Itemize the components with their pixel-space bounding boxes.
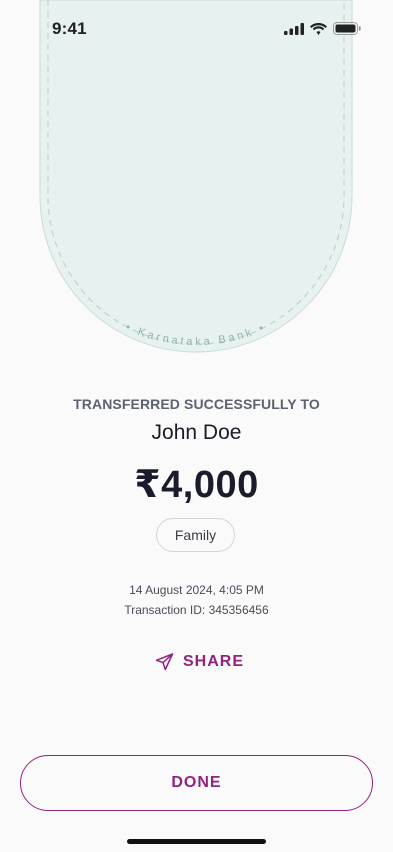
transfer-status-label: TRANSFERRED SUCCESSFULLY TO [73, 396, 320, 412]
home-indicator [127, 839, 266, 844]
category-tag: Family [156, 518, 235, 552]
status-icons [284, 22, 361, 35]
transfer-amount: ₹4,000 [134, 464, 259, 506]
status-bar: 9:41 [0, 0, 393, 58]
send-icon [155, 653, 174, 671]
status-time: 9:41 [52, 19, 87, 38]
cellular-signal-icon [284, 22, 304, 35]
battery-icon [333, 22, 361, 35]
wifi-icon [310, 22, 327, 35]
share-label: SHARE [183, 653, 245, 670]
share-button[interactable]: SHARE [155, 651, 244, 673]
transaction-id: Transaction ID: 345356456 [124, 603, 269, 617]
done-button[interactable]: DONE [20, 755, 373, 811]
transaction-date: 14 August 2024, 4:05 PM [129, 583, 264, 597]
recipient-name: John Doe [151, 421, 242, 444]
